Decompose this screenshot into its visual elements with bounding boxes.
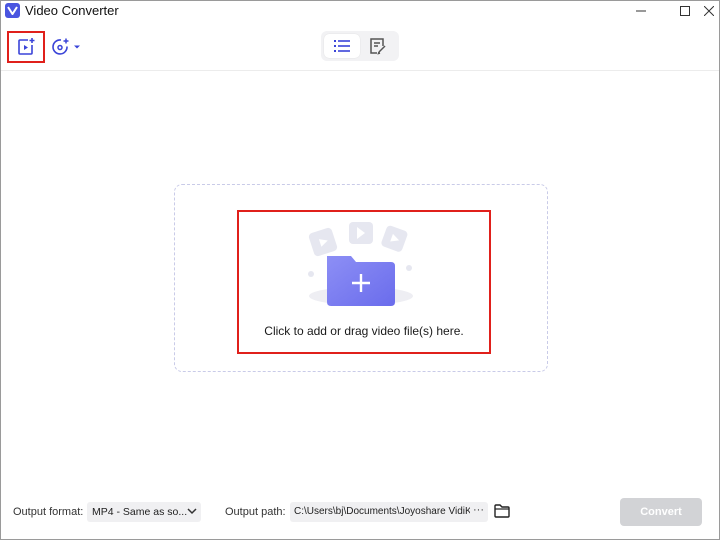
list-icon	[334, 40, 350, 52]
drop-zone-instruction: Click to add or drag video file(s) here.	[264, 324, 464, 338]
title-bar: Video Converter	[1, 1, 719, 21]
convert-button[interactable]: Convert	[620, 498, 702, 526]
chevron-down-icon	[187, 508, 197, 515]
chevron-down-icon	[74, 45, 80, 49]
list-view-button[interactable]	[324, 34, 360, 58]
task-list-icon	[370, 38, 386, 55]
task-view-button[interactable]	[360, 34, 396, 58]
minimize-button[interactable]	[628, 1, 654, 21]
toolbar	[1, 25, 719, 71]
folder-plus-icon	[308, 222, 413, 306]
add-video-icon	[18, 38, 35, 55]
output-path-field[interactable]: C:\Users\bj\Documents\Joyoshare VidiK ··…	[290, 502, 488, 522]
close-button[interactable]	[696, 1, 720, 21]
close-icon	[704, 6, 714, 16]
output-format-value: MP4 - Same as so...	[92, 506, 188, 518]
output-format-label: Output format:	[13, 506, 84, 518]
open-folder-icon[interactable]	[494, 504, 510, 518]
window-title: Video Converter	[25, 3, 119, 18]
view-mode-toggle	[321, 31, 399, 61]
add-disc-icon	[52, 38, 69, 55]
app-logo-icon	[5, 3, 20, 18]
path-more-button[interactable]: ···	[473, 504, 484, 516]
output-format-select[interactable]: MP4 - Same as so...	[87, 502, 201, 522]
add-disc-button[interactable]	[51, 35, 83, 59]
output-path-label: Output path:	[225, 506, 286, 518]
output-path-value: C:\Users\bj\Documents\Joyoshare VidiK	[294, 506, 470, 517]
maximize-button[interactable]	[672, 1, 698, 21]
app-window: Video Converter Click to add or drag vid…	[0, 0, 720, 540]
bottom-bar: Output format: MP4 - Same as so... Outpu…	[1, 496, 719, 540]
add-files-drop-target[interactable]: Click to add or drag video file(s) here.	[237, 210, 491, 354]
minimize-icon	[636, 10, 646, 12]
add-file-button[interactable]	[7, 31, 45, 63]
maximize-icon	[680, 6, 690, 16]
